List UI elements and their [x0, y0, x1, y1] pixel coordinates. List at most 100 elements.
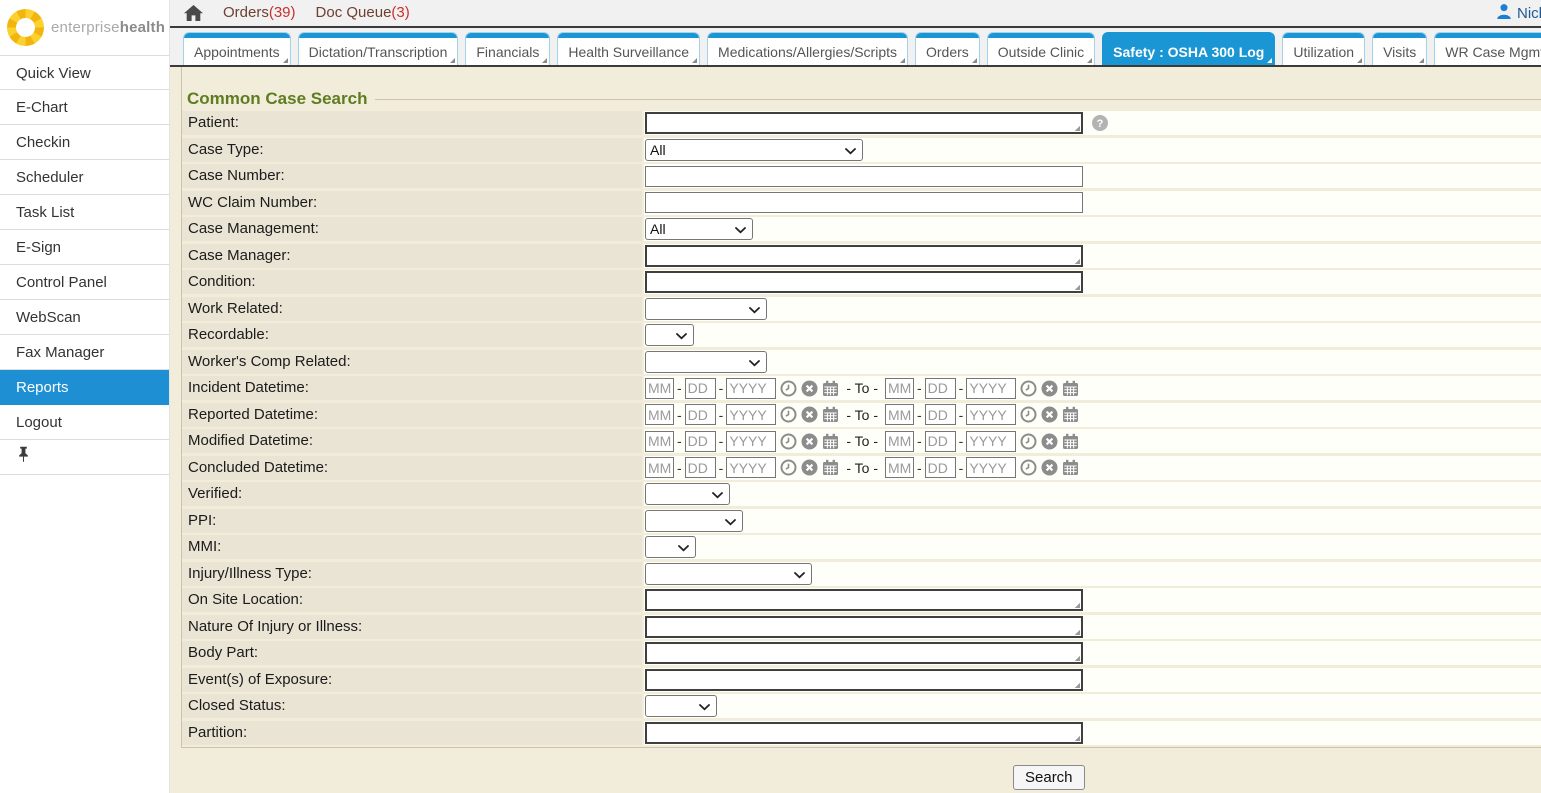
incident-datetime-from-month-input[interactable]: [645, 378, 674, 399]
user-menu[interactable]: Nich: [1496, 3, 1541, 23]
sidebar-item-scheduler[interactable]: Scheduler: [0, 160, 169, 195]
modified-datetime-to-year-input[interactable]: [966, 431, 1016, 452]
concluded-datetime-to-year-input[interactable]: [966, 457, 1016, 478]
clock-icon[interactable]: [1020, 380, 1037, 397]
clock-icon[interactable]: [1020, 433, 1037, 450]
clock-icon[interactable]: [780, 433, 797, 450]
tab-safety-osha-300-log[interactable]: Safety : OSHA 300 Log: [1102, 32, 1275, 65]
sidebar-item-e-chart[interactable]: E-Chart: [0, 90, 169, 125]
clear-icon[interactable]: [801, 433, 818, 450]
recordable-select[interactable]: [645, 324, 694, 346]
home-icon[interactable]: [184, 5, 203, 22]
sidebar-item-fax-manager[interactable]: Fax Manager: [0, 335, 169, 370]
sidebar-item-checkin[interactable]: Checkin: [0, 125, 169, 160]
tab-dictation-transcription[interactable]: Dictation/Transcription: [298, 32, 459, 65]
partition-label: Partition:: [182, 721, 642, 745]
clear-icon[interactable]: [1041, 459, 1058, 476]
tab-orders[interactable]: Orders: [915, 32, 980, 65]
case-number-input[interactable]: [645, 166, 1083, 187]
calendar-icon[interactable]: [822, 433, 839, 450]
clock-icon[interactable]: [1020, 406, 1037, 423]
reported-datetime-to-year-input[interactable]: [966, 404, 1016, 425]
condition-input[interactable]: [645, 271, 1083, 293]
nature-of-injury-input[interactable]: [645, 616, 1083, 638]
reported-datetime-to-day-input[interactable]: [925, 404, 956, 425]
modified-datetime-from-day-input[interactable]: [685, 431, 716, 452]
sidebar-pin-row[interactable]: [0, 440, 169, 475]
sidebar-item-quick-view[interactable]: Quick View: [0, 55, 169, 90]
mmi-select[interactable]: [645, 536, 696, 558]
tab-visits[interactable]: Visits: [1372, 32, 1427, 65]
reported-datetime-from-year-input[interactable]: [726, 404, 776, 425]
calendar-icon[interactable]: [1062, 406, 1079, 423]
tab-appointments[interactable]: Appointments: [183, 32, 291, 65]
concluded-datetime-to-month-input[interactable]: [885, 457, 914, 478]
concluded-datetime-to-day-input[interactable]: [925, 457, 956, 478]
topbar-link-doc-queue[interactable]: Doc Queue(3): [316, 4, 410, 21]
tab-outside-clinic[interactable]: Outside Clinic: [987, 32, 1095, 65]
calendar-icon[interactable]: [1062, 459, 1079, 476]
clock-icon-glyph: [1020, 380, 1037, 397]
calendar-icon[interactable]: [822, 459, 839, 476]
tab-utilization[interactable]: Utilization: [1282, 32, 1365, 65]
case-type-select[interactable]: All: [645, 139, 863, 161]
calendar-icon[interactable]: [822, 406, 839, 423]
work-related-select[interactable]: [645, 298, 767, 320]
sidebar-item-reports[interactable]: Reports: [0, 370, 169, 405]
patient-input[interactable]: [645, 112, 1083, 134]
reported-datetime-from-day-input[interactable]: [685, 404, 716, 425]
sidebar-item-task-list[interactable]: Task List: [0, 195, 169, 230]
calendar-icon[interactable]: [1062, 380, 1079, 397]
events-of-exposure-input[interactable]: [645, 669, 1083, 691]
clear-icon[interactable]: [1041, 433, 1058, 450]
body-part-input[interactable]: [645, 642, 1083, 664]
case-manager-input[interactable]: [645, 245, 1083, 267]
case-management-select[interactable]: All: [645, 218, 753, 240]
concluded-datetime-from-year-input[interactable]: [726, 457, 776, 478]
reported-datetime-from-month-input[interactable]: [645, 404, 674, 425]
clear-icon[interactable]: [801, 406, 818, 423]
clear-icon[interactable]: [1041, 380, 1058, 397]
clock-icon[interactable]: [1020, 459, 1037, 476]
wc-claim-number-input[interactable]: [645, 192, 1083, 213]
topbar-link-orders[interactable]: Orders(39): [223, 4, 296, 21]
incident-datetime-from-day-input[interactable]: [685, 378, 716, 399]
concluded-datetime-from-day-input[interactable]: [685, 457, 716, 478]
clock-icon[interactable]: [780, 380, 797, 397]
concluded-datetime-from-month-input[interactable]: [645, 457, 674, 478]
modified-datetime-to-day-input[interactable]: [925, 431, 956, 452]
modified-datetime-to-month-input[interactable]: [885, 431, 914, 452]
sidebar-item-e-sign[interactable]: E-Sign: [0, 230, 169, 265]
ppi-select[interactable]: [645, 510, 743, 532]
tab-financials[interactable]: Financials: [465, 32, 550, 65]
tab-health-surveillance[interactable]: Health Surveillance: [557, 32, 700, 65]
clock-icon[interactable]: [780, 459, 797, 476]
closed-status-select[interactable]: [645, 695, 717, 717]
search-button[interactable]: Search: [1013, 765, 1085, 790]
modified-datetime-from-month-input[interactable]: [645, 431, 674, 452]
modified-datetime-from-year-input[interactable]: [726, 431, 776, 452]
on-site-location-input[interactable]: [645, 589, 1083, 611]
calendar-icon[interactable]: [822, 380, 839, 397]
tab-medications-allergies-scripts[interactable]: Medications/Allergies/Scripts: [707, 32, 908, 65]
incident-datetime-from-year-input[interactable]: [726, 378, 776, 399]
incident-datetime-to-month-input[interactable]: [885, 378, 914, 399]
calendar-icon[interactable]: [1062, 433, 1079, 450]
injury-illness-type-select[interactable]: [645, 563, 812, 585]
tab-wr-case-mgmt[interactable]: WR Case Mgmt: [1434, 32, 1541, 65]
partition-input[interactable]: [645, 722, 1083, 744]
clear-icon[interactable]: [801, 459, 818, 476]
sidebar-item-webscan[interactable]: WebScan: [0, 300, 169, 335]
clock-icon[interactable]: [780, 406, 797, 423]
clear-icon[interactable]: [801, 380, 818, 397]
workers-comp-related-select[interactable]: [645, 351, 767, 373]
incident-datetime-to-year-input[interactable]: [966, 378, 1016, 399]
verified-select[interactable]: [645, 483, 730, 505]
help-icon[interactable]: ?: [1092, 115, 1108, 131]
sidebar-item-control-panel[interactable]: Control Panel: [0, 265, 169, 300]
incident-datetime-to-day-input[interactable]: [925, 378, 956, 399]
sidebar-item-logout[interactable]: Logout: [0, 405, 169, 440]
clear-icon[interactable]: [1041, 406, 1058, 423]
reported-datetime-to-month-input[interactable]: [885, 404, 914, 425]
form-row-body-part: Body Part:: [182, 641, 1541, 665]
